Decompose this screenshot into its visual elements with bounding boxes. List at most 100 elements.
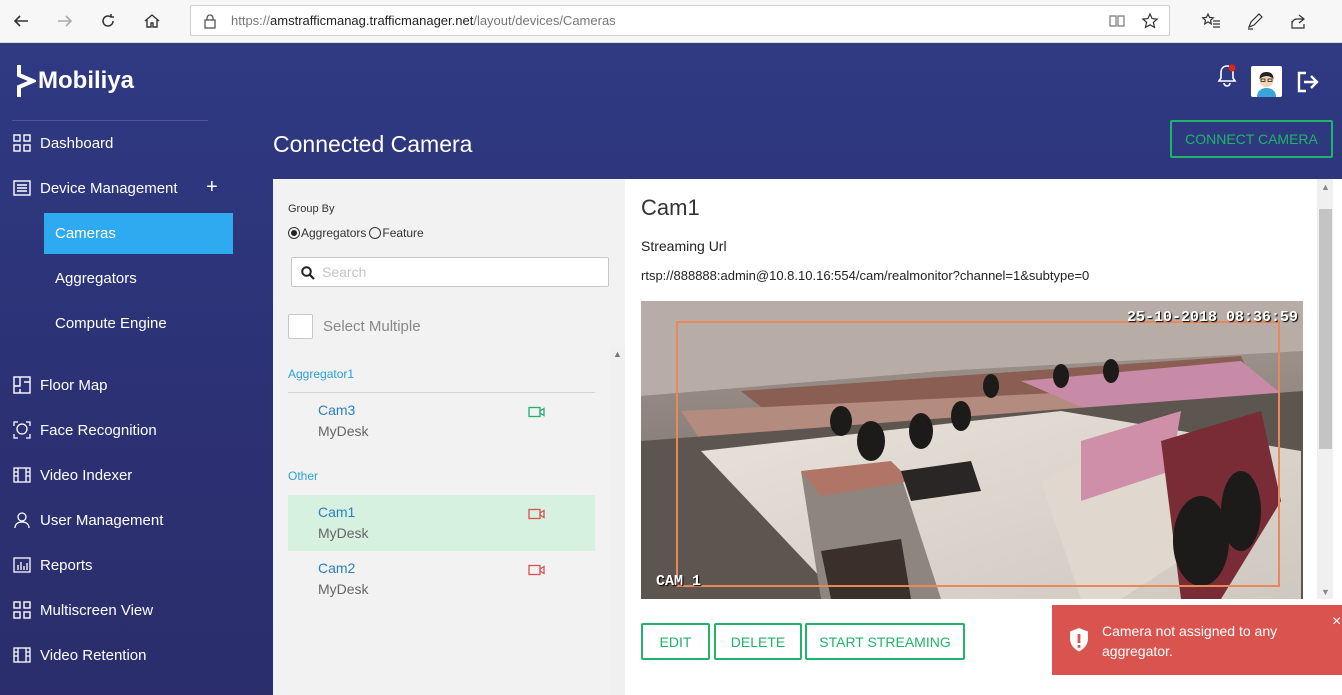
address-bar[interactable]: https://amstrafficmanag.trafficmanager.n… — [190, 5, 1170, 36]
video-camera-label: CAM 1 — [656, 573, 702, 590]
bar-chart-icon — [12, 555, 32, 575]
refresh-icon[interactable] — [95, 8, 121, 34]
video-camera-offline-icon — [528, 508, 545, 520]
url-text: https://amstrafficmanag.trafficmanager.n… — [231, 13, 616, 28]
list-icon — [12, 178, 32, 198]
select-multiple-label: Select Multiple — [323, 318, 421, 335]
sidebar-item-label: User Management — [40, 511, 164, 529]
search-icon — [301, 266, 315, 280]
start-streaming-button[interactable]: START STREAMING — [805, 623, 965, 660]
back-icon[interactable] — [8, 8, 34, 34]
error-toast: Camera not assigned to any aggregator. × — [1052, 605, 1342, 675]
sidebar-item-label: Reports — [40, 556, 93, 574]
select-multiple-checkbox[interactable] — [288, 314, 313, 339]
camera-name: Cam3 — [318, 402, 356, 418]
group-header-aggregator1: Aggregator1 — [288, 367, 355, 381]
radio-aggregators-label[interactable]: Aggregators — [301, 226, 366, 240]
sidebar-item-video-indexer[interactable]: Video Indexer — [0, 455, 240, 495]
home-icon[interactable] — [139, 8, 165, 34]
sidebar-item-label: Multiscreen View — [40, 601, 154, 619]
camera-list-item-cam1[interactable]: Cam1 MyDesk — [288, 495, 595, 551]
shield-alert-icon — [1070, 628, 1088, 652]
toast-message: Camera not assigned to any aggregator. — [1102, 623, 1278, 659]
logout-icon[interactable] — [1296, 71, 1320, 93]
video-camera-online-icon — [528, 406, 545, 418]
scroll-up-arrow-icon[interactable]: ▲ — [613, 349, 622, 359]
sidebar-subitem-aggregators[interactable]: Aggregators — [44, 258, 233, 299]
page-title: Connected Camera — [273, 131, 473, 157]
sidebar-item-label: Video Retention — [40, 646, 147, 664]
streaming-url-label: Streaming Url — [641, 238, 727, 254]
avatar[interactable] — [1251, 66, 1282, 97]
close-icon[interactable]: × — [1332, 613, 1341, 631]
notification-bell-icon[interactable] — [1216, 63, 1238, 87]
sidebar-item-label: Device Management — [40, 179, 178, 197]
sidebar-item-face-recognition[interactable]: Face Recognition — [0, 410, 240, 450]
camera-location: MyDesk — [318, 423, 369, 439]
expand-plus-icon[interactable]: + — [206, 176, 218, 199]
pen-icon[interactable] — [1245, 11, 1265, 31]
video-timestamp: 25-10-2018 08:36:59 — [1126, 309, 1298, 326]
sidebar-item-label: Dashboard — [40, 134, 114, 152]
sidebar-item-multiscreen-view[interactable]: Multiscreen View — [0, 590, 240, 630]
camera-list-pane: Group By Aggregators Feature Select Mult… — [273, 179, 625, 695]
sidebar-item-dashboard[interactable]: Dashboard — [0, 123, 240, 163]
grid-icon — [12, 600, 32, 620]
logo-divider — [12, 120, 208, 121]
list-scrollbar[interactable] — [610, 347, 625, 695]
search-input[interactable] — [322, 262, 602, 282]
camera-location: MyDesk — [318, 525, 369, 541]
select-multiple[interactable]: Select Multiple — [288, 314, 421, 339]
mobiliya-logo-icon — [17, 65, 36, 97]
grid-icon — [12, 133, 32, 153]
favorites-list-icon[interactable] — [1201, 11, 1221, 31]
scroll-down-arrow-icon[interactable]: ▼ — [1321, 587, 1330, 597]
camera-video-feed[interactable]: 25-10-2018 08:36:59 CAM 1 — [641, 301, 1303, 599]
floor-map-icon — [12, 375, 32, 395]
video-camera-offline-icon — [528, 564, 545, 576]
sidebar-item-video-retention[interactable]: Video Retention — [0, 635, 240, 675]
streaming-url-value: rtsp://888888:admin@10.8.10.16:554/cam/r… — [641, 268, 1090, 283]
group-by-label: Group By — [288, 203, 335, 215]
detail-scrollbar-thumb[interactable] — [1319, 209, 1332, 449]
group-by-options: Aggregators Feature — [288, 226, 424, 240]
sidebar-item-device-management[interactable]: Device Management — [0, 168, 240, 208]
sidebar-item-reports[interactable]: Reports — [0, 545, 240, 585]
edit-button[interactable]: EDIT — [641, 623, 710, 660]
radio-feature[interactable] — [369, 227, 382, 239]
lock-icon — [204, 14, 216, 29]
favorite-star-icon[interactable] — [1141, 12, 1159, 30]
sidebar-item-user-management[interactable]: User Management — [0, 500, 240, 540]
radio-feature-label[interactable]: Feature — [382, 226, 423, 240]
video-frame-image — [641, 301, 1303, 599]
sidebar-item-label: Floor Map — [40, 376, 108, 394]
user-icon — [12, 510, 32, 530]
scroll-up-arrow-icon[interactable]: ▲ — [1321, 182, 1330, 192]
app-main: Mobiliya Dashboard Device Management + C… — [0, 43, 1342, 695]
connect-camera-button[interactable]: CONNECT CAMERA — [1170, 120, 1333, 158]
share-icon[interactable] — [1288, 11, 1308, 31]
forward-icon[interactable] — [52, 8, 78, 34]
sidebar-subitem-compute-engine[interactable]: Compute Engine — [44, 303, 233, 344]
browser-toolbar: https://amstrafficmanag.trafficmanager.n… — [0, 0, 1342, 43]
radio-aggregators[interactable] — [288, 227, 300, 239]
reading-view-icon[interactable] — [1108, 12, 1126, 30]
group-header-other: Other — [288, 469, 319, 483]
camera-name: Cam1 — [318, 504, 356, 520]
sidebar-item-label: Video Indexer — [40, 466, 133, 484]
delete-button[interactable]: DELETE — [714, 623, 802, 660]
film-icon — [12, 645, 32, 665]
film-icon — [12, 465, 32, 485]
search-box — [291, 257, 609, 287]
brand-name: Mobiliya — [38, 67, 135, 94]
camera-list-item-cam3[interactable]: Cam3 MyDesk — [288, 393, 595, 449]
face-scan-icon — [12, 420, 32, 440]
brand-logo[interactable]: Mobiliya — [16, 65, 134, 97]
sidebar-item-floor-map[interactable]: Floor Map — [0, 365, 240, 405]
camera-detail-title: Cam1 — [641, 195, 700, 220]
camera-location: MyDesk — [318, 581, 369, 597]
user-avatar-icon — [1257, 72, 1276, 97]
camera-list-item-cam2[interactable]: Cam2 MyDesk — [288, 551, 595, 607]
sidebar-item-label: Face Recognition — [40, 421, 157, 439]
sidebar-subitem-cameras[interactable]: Cameras — [44, 213, 233, 254]
